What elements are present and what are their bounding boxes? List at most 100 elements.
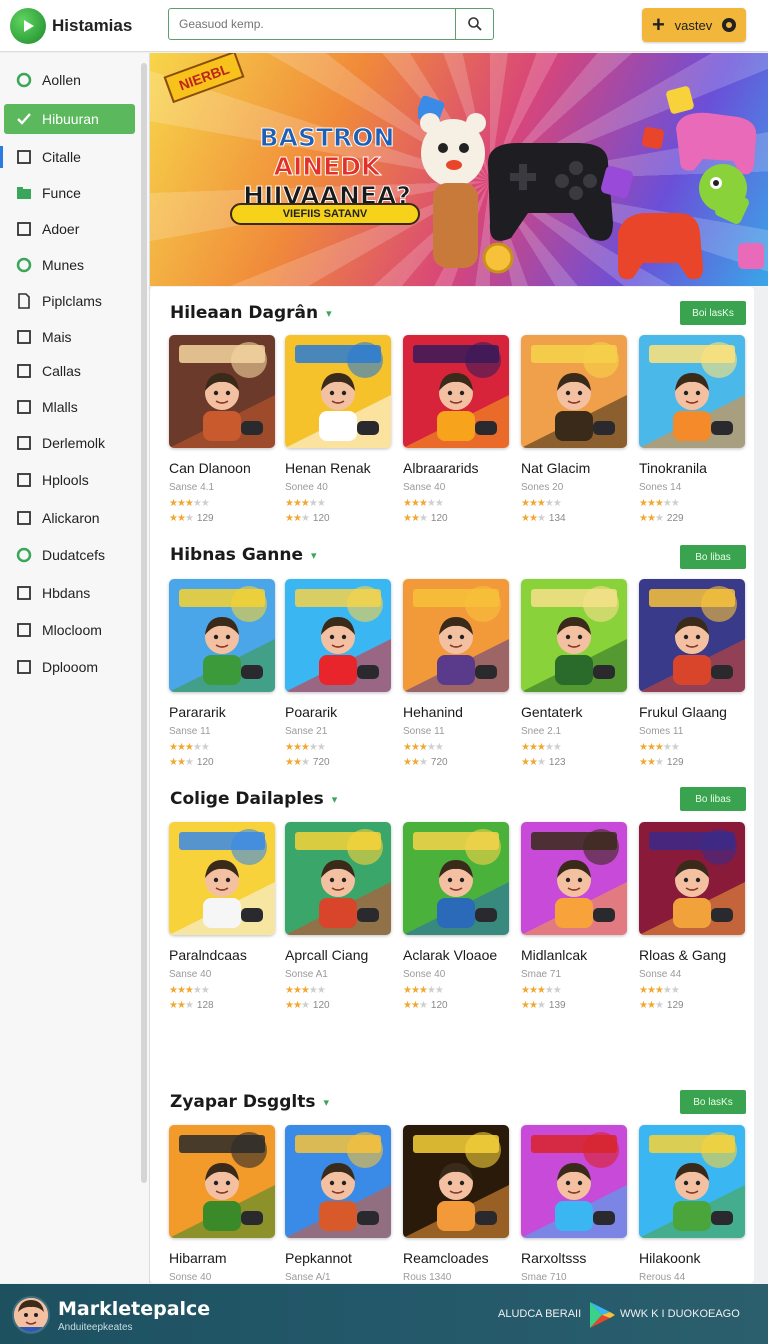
game-thumbnail bbox=[169, 1125, 275, 1238]
sidebar: Aollen Hibuuran Citalle Funce Adoer Munes Pipl… bbox=[0, 53, 150, 1283]
game-card[interactable]: Parararik Sanse 11 ★★★★★ ★★★ 120 bbox=[169, 579, 275, 768]
game-card[interactable]: Aprcall Ciang Sonse A1 ★★★★★ ★★★ 120 bbox=[285, 822, 391, 1011]
play-store-icon[interactable] bbox=[588, 1300, 616, 1330]
rating-count-row: ★★★ 120 bbox=[403, 513, 509, 524]
document-icon bbox=[16, 293, 32, 309]
game-card[interactable]: Reamcloades Rous 1340 bbox=[403, 1125, 509, 1283]
sidebar-item-alickaron[interactable]: Alickaron bbox=[4, 503, 135, 533]
check-icon bbox=[16, 111, 32, 127]
banner-title: BASTRON AINEDK HIIVAANEA? bbox=[212, 123, 442, 211]
sidebar-item-aollen[interactable]: Aollen bbox=[4, 65, 135, 95]
rating-count: 129 bbox=[196, 513, 214, 524]
game-title: Paralndcaas bbox=[169, 947, 247, 963]
footer-link-1[interactable]: ALUDCA BERAII bbox=[498, 1308, 581, 1320]
sidebar-scrollbar[interactable] bbox=[141, 63, 147, 1183]
game-card[interactable]: Rloas & Gang Sonse 44 ★★★★★ ★★★ 129 bbox=[639, 822, 745, 1011]
rating-count: 120 bbox=[430, 513, 448, 524]
star-icon: ★★★ bbox=[285, 757, 310, 768]
rating-count-row: ★★★ 720 bbox=[285, 757, 391, 768]
game-card[interactable]: Albraararids Sanse 40 ★★★★★ ★★★ 120 bbox=[403, 335, 509, 524]
game-card[interactable]: Tinokranila Sones 14 ★★★★★ ★★★ 229 bbox=[639, 335, 745, 524]
sidebar-item-mlocloom[interactable]: Mlocloom bbox=[4, 615, 135, 645]
square-icon bbox=[16, 659, 32, 675]
game-title: Tinokranila bbox=[639, 460, 707, 476]
game-title: Can Dlanoon bbox=[169, 460, 251, 476]
game-subtitle: Smae 71 bbox=[521, 969, 562, 980]
sidebar-item-hbdans[interactable]: Hbdans bbox=[4, 578, 135, 608]
sidebar-item-label: Hbdans bbox=[42, 585, 91, 601]
game-title: Hehanind bbox=[403, 704, 463, 720]
game-title: Poararik bbox=[285, 704, 338, 720]
game-card[interactable]: Aclarak Vloaoe Sonse 40 ★★★★★ ★★★ 120 bbox=[403, 822, 509, 1011]
game-card[interactable]: Can Dlanoon Sanse 4.1 ★★★★★ ★★★ 129 bbox=[169, 335, 275, 524]
sidebar-item-mlalls[interactable]: Mlalls bbox=[4, 392, 135, 422]
see-all-button[interactable]: Bo libas bbox=[680, 545, 746, 569]
app-logo[interactable]: Histamias bbox=[10, 7, 160, 44]
game-title: Nat Glacim bbox=[521, 460, 591, 476]
section-title[interactable]: Hileaan Dagrân ▾ bbox=[170, 303, 332, 323]
game-title: Aclarak Vloaoe bbox=[403, 947, 498, 963]
section-title[interactable]: Zyapar Dsgglts ▾ bbox=[170, 1092, 329, 1112]
play-logo-icon bbox=[10, 7, 46, 44]
game-subtitle: Sanse 21 bbox=[285, 726, 328, 737]
sidebar-item-derlemolk[interactable]: Derlemolk bbox=[4, 428, 135, 458]
game-title: Pepkannot bbox=[285, 1250, 352, 1266]
game-card[interactable]: Poararik Sanse 21 ★★★★★ ★★★ 720 bbox=[285, 579, 391, 768]
search-input[interactable] bbox=[169, 9, 455, 39]
add-button[interactable]: + vastev bbox=[642, 8, 746, 42]
game-card[interactable]: Pepkannot Sanse A/1 bbox=[285, 1125, 391, 1283]
star-icon: ★★★ bbox=[639, 1000, 664, 1011]
game-card[interactable]: Gentaterk Snee 2.1 ★★★★★ ★★★ 123 bbox=[521, 579, 627, 768]
rating-count: 129 bbox=[666, 757, 684, 768]
record-icon bbox=[722, 18, 736, 32]
game-card[interactable]: Hilakoonk Rerous 44 bbox=[639, 1125, 745, 1283]
footer-link-2[interactable]: WWK K I DUOKOEAGO bbox=[620, 1308, 740, 1320]
sidebar-item-adoer[interactable]: Adoer bbox=[4, 214, 135, 244]
hero-banner[interactable]: NIERBL BASTRON AINEDK HIIVAANEA? VIEFIIS… bbox=[150, 53, 768, 286]
rating-count: 120 bbox=[312, 1000, 330, 1011]
game-card[interactable]: Hibarram Sonse 40 bbox=[169, 1125, 275, 1283]
section-title[interactable]: Colige Dailaples ▾ bbox=[170, 789, 337, 809]
game-thumbnail bbox=[639, 1125, 745, 1238]
avatar[interactable] bbox=[12, 1296, 50, 1334]
game-card[interactable]: Henan Renak Sonee 40 ★★★★★ ★★★ 120 bbox=[285, 335, 391, 524]
sidebar-item-mais[interactable]: Mais bbox=[4, 322, 135, 352]
section-title[interactable]: Hibnas Ganne ▾ bbox=[170, 545, 317, 565]
sidebar-item-funce[interactable]: Funce bbox=[4, 178, 135, 208]
rating-count-row: ★★★ 134 bbox=[521, 513, 627, 524]
rating-count-row: ★★★ 720 bbox=[403, 757, 509, 768]
sidebar-item-label: Alickaron bbox=[42, 510, 100, 526]
star-icon: ★★★ bbox=[521, 757, 546, 768]
sidebar-item-callas[interactable]: Callas bbox=[4, 356, 135, 386]
square-icon bbox=[16, 149, 32, 165]
game-title: Midlanlcak bbox=[521, 947, 588, 963]
star-icon: ★★★ bbox=[403, 513, 428, 524]
game-card[interactable]: Midlanlcak Smae 71 ★★★★★ ★★★ 139 bbox=[521, 822, 627, 1011]
sidebar-item-label: Dplooom bbox=[42, 659, 99, 675]
sidebar-item-piplclams[interactable]: Piplclams bbox=[4, 286, 135, 316]
see-all-button[interactable]: Bo libas bbox=[680, 787, 746, 811]
game-thumbnail bbox=[285, 1125, 391, 1238]
square-icon bbox=[16, 329, 32, 345]
game-subtitle: Rerous 44 bbox=[639, 1272, 686, 1283]
game-card[interactable]: Hehanind Sonse 11 ★★★★★ ★★★ 720 bbox=[403, 579, 509, 768]
star-rating: ★★★★★ bbox=[403, 985, 444, 996]
sidebar-item-hplools[interactable]: Hplools bbox=[4, 465, 135, 495]
star-icon: ★★★ bbox=[521, 513, 546, 524]
game-card[interactable]: Frukul Glaang Somes 11 ★★★★★ ★★★ 129 bbox=[639, 579, 745, 768]
see-all-button[interactable]: Boi lasKs bbox=[680, 301, 746, 325]
sidebar-item-hibuuran[interactable]: Hibuuran bbox=[4, 104, 135, 134]
sidebar-item-citalle[interactable]: Citalle bbox=[0, 142, 135, 172]
game-card[interactable]: Nat Glacim Sones 20 ★★★★★ ★★★ 134 bbox=[521, 335, 627, 524]
square-icon bbox=[16, 510, 32, 526]
search-button[interactable] bbox=[455, 9, 493, 39]
sidebar-item-dudatcefs[interactable]: Dudatcefs bbox=[4, 540, 135, 570]
sidebar-item-dplooom[interactable]: Dplooom bbox=[4, 652, 135, 682]
game-card[interactable]: Paralndcaas Sanse 40 ★★★★★ ★★★ 128 bbox=[169, 822, 275, 1011]
game-card[interactable]: Rarxoltsss Smae 710 bbox=[521, 1125, 627, 1283]
square-icon bbox=[16, 363, 32, 379]
square-icon bbox=[16, 585, 32, 601]
sidebar-item-munes[interactable]: Munes bbox=[4, 250, 135, 280]
see-all-button[interactable]: Bo lasKs bbox=[680, 1090, 746, 1114]
game-subtitle: Rous 1340 bbox=[403, 1272, 452, 1283]
